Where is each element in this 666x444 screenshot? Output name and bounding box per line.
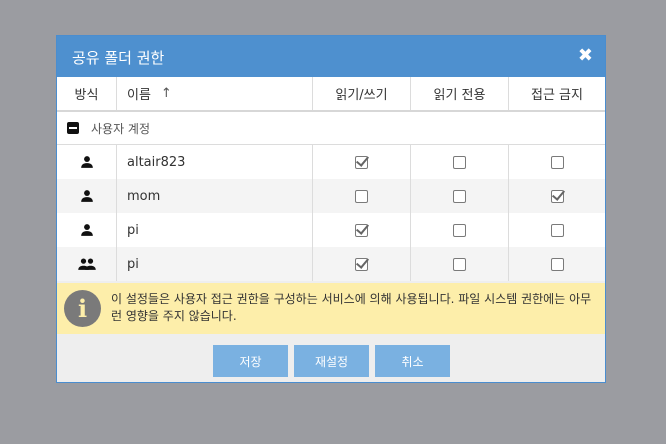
group-icon <box>57 247 117 281</box>
reset-button[interactable]: 재설정 <box>294 345 369 377</box>
permissions-table: 방식 이름 ↑ 읽기/쓰기 읽기 전용 접근 금지 사용자 계정 altair8… <box>57 77 605 281</box>
row-name: mom <box>117 179 313 213</box>
header-name-label: 이름 <box>127 88 151 103</box>
header-mode: 방식 <box>57 77 117 110</box>
header-name[interactable]: 이름 ↑ <box>117 77 313 110</box>
read-only-checkbox[interactable] <box>453 257 466 271</box>
table-row: pi <box>57 247 605 281</box>
collapse-icon[interactable] <box>67 122 79 134</box>
group-label: 사용자 계정 <box>91 121 151 136</box>
table-row: altair823 <box>57 145 605 179</box>
table-header: 방식 이름 ↑ 읽기/쓰기 읽기 전용 접근 금지 <box>57 77 605 112</box>
group-user-accounts[interactable]: 사용자 계정 <box>57 112 605 145</box>
row-name: pi <box>117 213 313 247</box>
info-banner: i 이 설정들은 사용자 접근 권한을 구성하는 서비스에 의해 사용됩니다. … <box>57 283 605 334</box>
user-icon <box>57 179 117 213</box>
info-icon: i <box>64 290 101 327</box>
read-write-checkbox[interactable] <box>355 155 368 169</box>
sort-ascending-icon: ↑ <box>160 86 172 101</box>
read-write-checkbox[interactable] <box>355 189 368 203</box>
save-button[interactable]: 저장 <box>213 345 288 377</box>
read-write-checkbox[interactable] <box>355 223 368 237</box>
table-row: mom <box>57 179 605 213</box>
user-icon <box>57 213 117 247</box>
no-access-checkbox[interactable] <box>550 189 564 203</box>
no-access-checkbox[interactable] <box>550 223 564 237</box>
no-access-checkbox[interactable] <box>550 257 564 271</box>
cancel-button[interactable]: 취소 <box>375 345 450 377</box>
row-name: altair823 <box>117 145 313 179</box>
header-read-write: 읽기/쓰기 <box>313 77 411 110</box>
read-only-checkbox[interactable] <box>453 189 466 203</box>
table-body: altair823 mom pi pi <box>57 145 605 281</box>
read-only-checkbox[interactable] <box>453 155 466 169</box>
dialog-titlebar: 공유 폴더 권한 ✖ <box>57 36 605 77</box>
header-no-access: 접근 금지 <box>531 88 583 103</box>
read-only-checkbox[interactable] <box>453 223 466 237</box>
close-icon[interactable]: ✖ <box>578 45 593 66</box>
info-text: 이 설정들은 사용자 접근 권한을 구성하는 서비스에 의해 사용됩니다. 파일… <box>111 292 592 323</box>
header-read-only: 읽기 전용 <box>411 77 509 110</box>
read-write-checkbox[interactable] <box>355 257 368 271</box>
user-icon <box>57 145 117 179</box>
table-row: pi <box>57 213 605 247</box>
dialog-title: 공유 폴더 권한 <box>72 49 165 67</box>
no-access-checkbox[interactable] <box>550 155 564 169</box>
shared-folder-permissions-dialog: 공유 폴더 권한 ✖ 방식 이름 ↑ 읽기/쓰기 읽기 전용 접근 금지 사용자… <box>56 35 606 383</box>
row-name: pi <box>117 247 313 281</box>
